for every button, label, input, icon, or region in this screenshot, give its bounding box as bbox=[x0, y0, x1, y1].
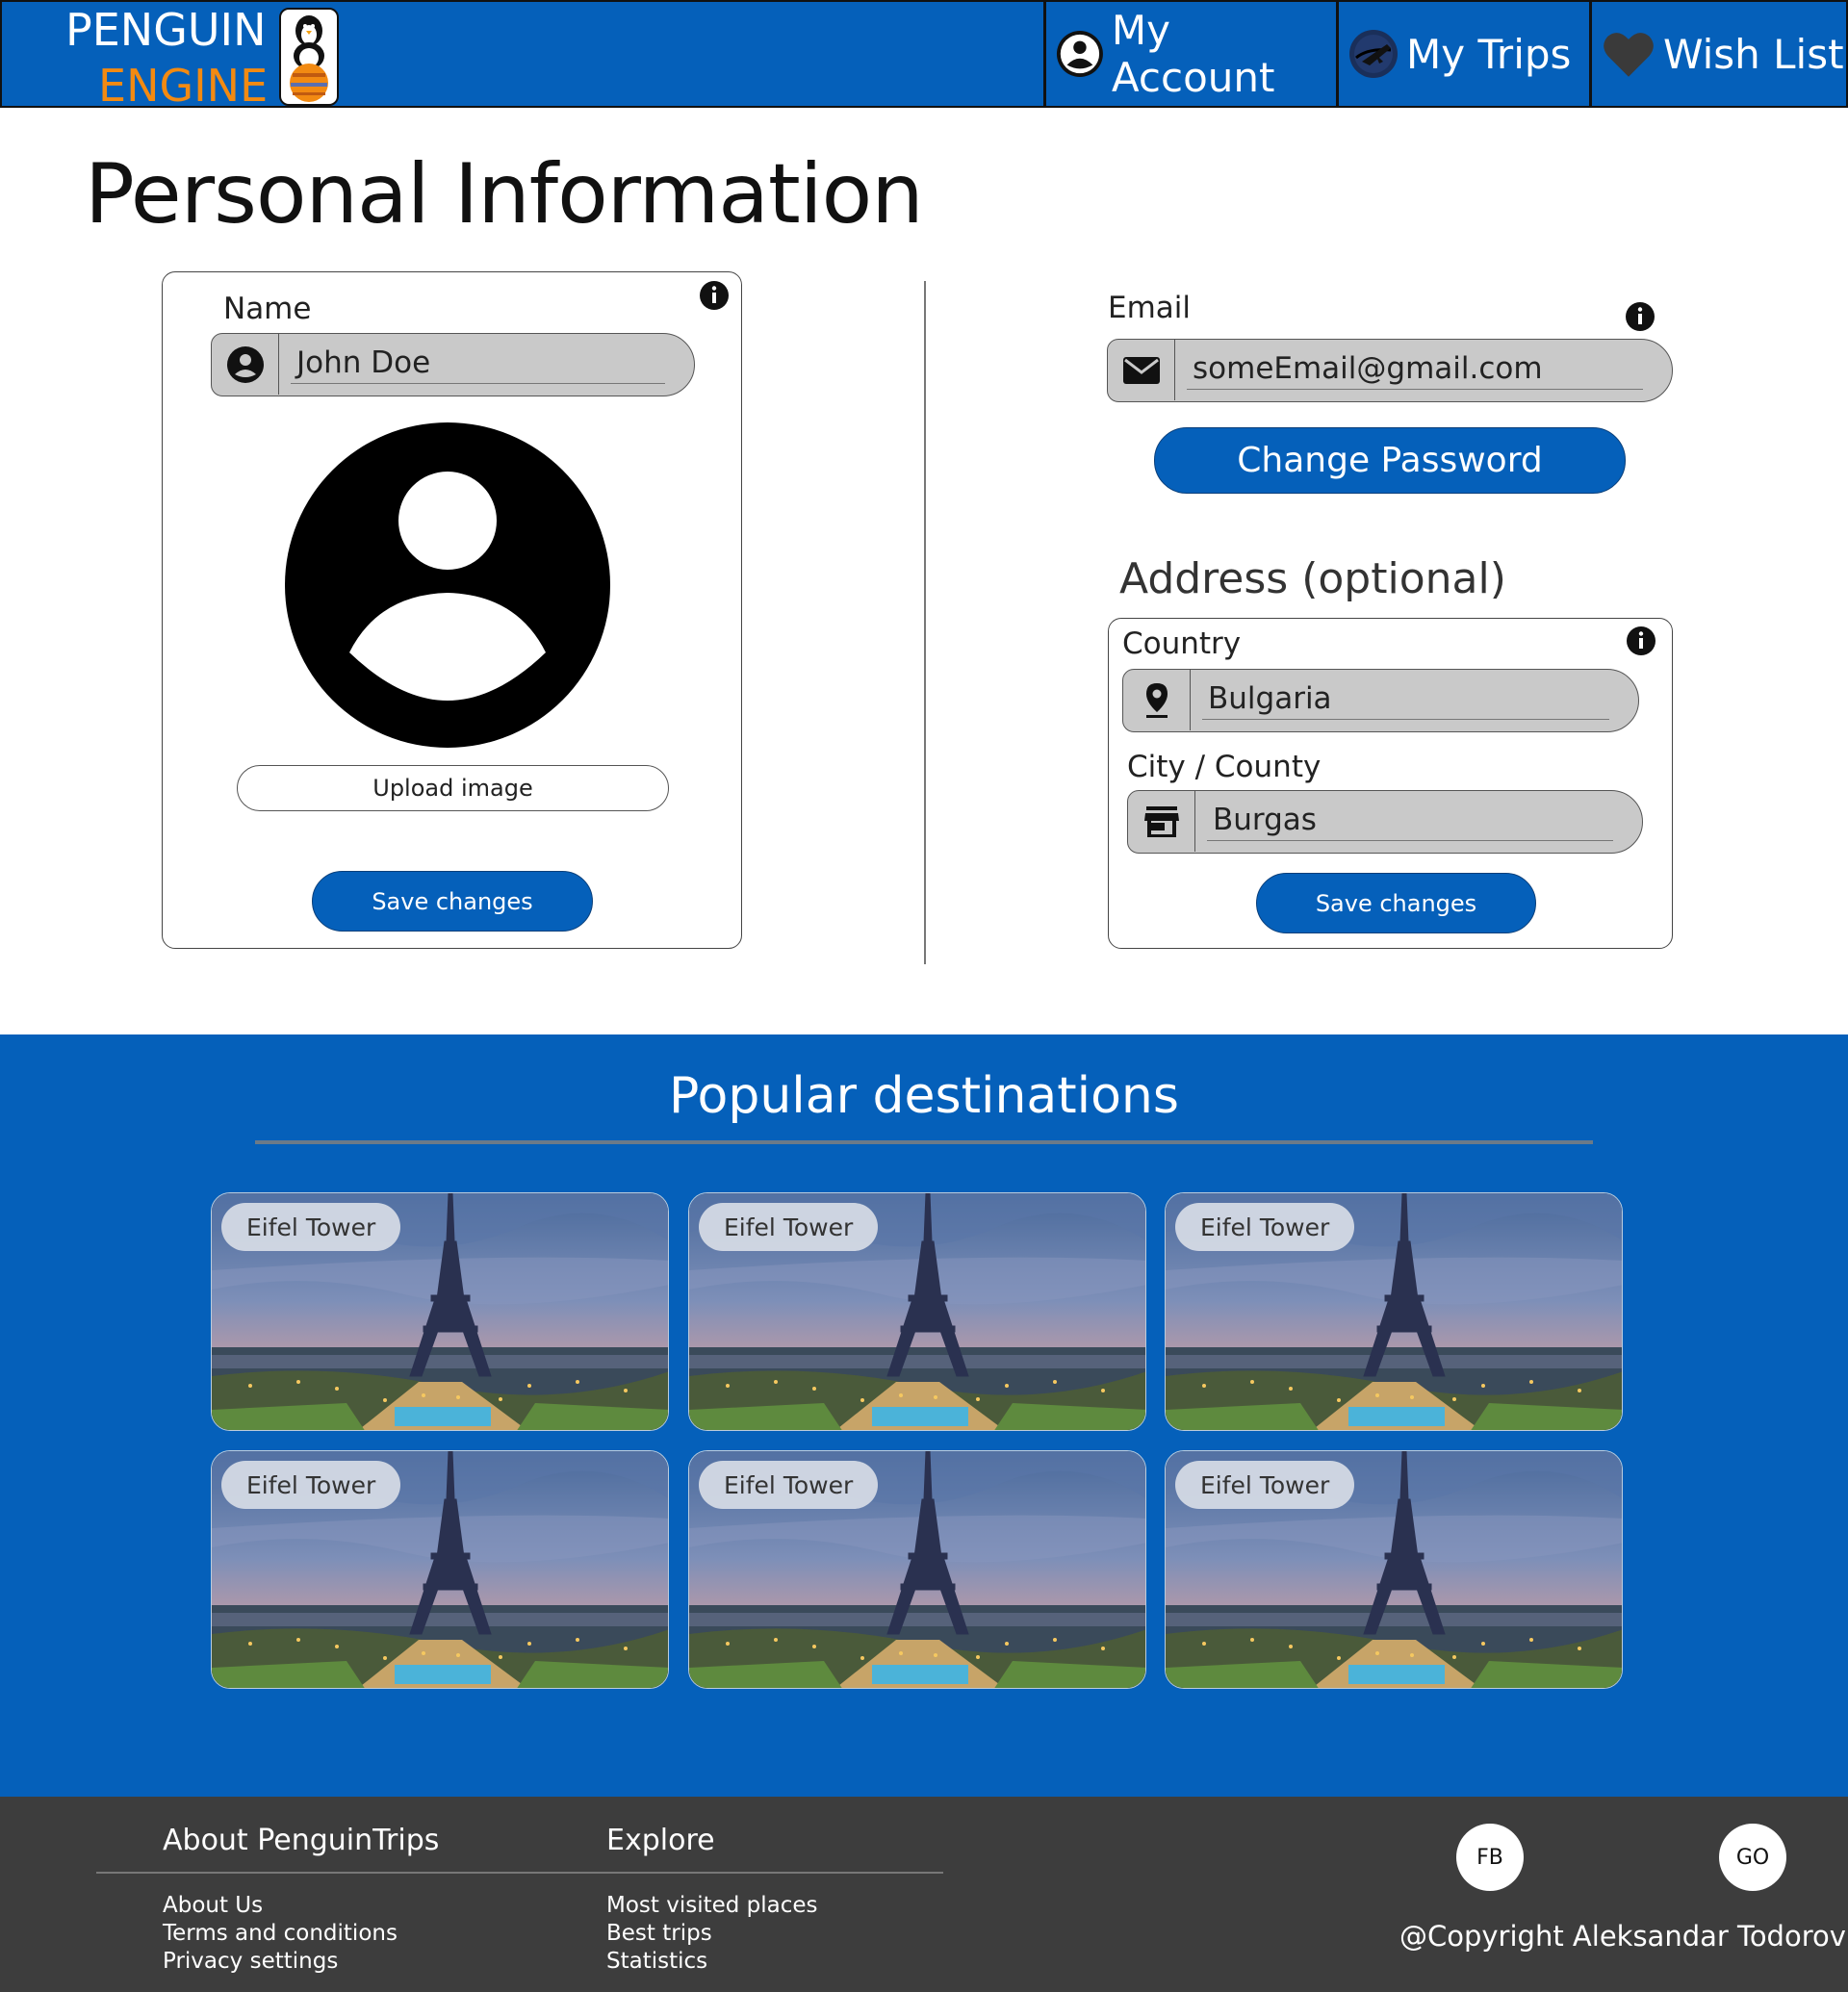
upload-image-button[interactable]: Upload image bbox=[237, 765, 669, 811]
address-card: Country Bulgaria City / County Burgas Sa… bbox=[1108, 618, 1673, 949]
footer-link-most-visited[interactable]: Most visited places bbox=[606, 1893, 818, 1918]
name-field[interactable]: John Doe bbox=[211, 333, 695, 396]
city-value: Burgas bbox=[1213, 803, 1317, 837]
mail-icon bbox=[1108, 340, 1175, 400]
footer-divider bbox=[96, 1872, 943, 1874]
save-profile-button[interactable]: Save changes bbox=[312, 871, 593, 932]
nav-label: Wish List bbox=[1663, 30, 1844, 78]
change-password-button[interactable]: Change Password bbox=[1154, 427, 1626, 494]
city-field[interactable]: Burgas bbox=[1127, 790, 1643, 854]
popular-title: Popular destinations bbox=[669, 1067, 1179, 1125]
nav-my-account[interactable]: My Account bbox=[1043, 2, 1337, 106]
destination-label: Eifel Tower bbox=[699, 1203, 879, 1251]
footer: About PenguinTrips Explore About Us Term… bbox=[0, 1797, 1848, 1992]
email-label: Email bbox=[1108, 291, 1192, 325]
destination-label: Eifel Tower bbox=[221, 1461, 401, 1509]
field-underline bbox=[1187, 388, 1643, 390]
info-icon[interactable] bbox=[1626, 626, 1656, 656]
destination-label: Eifel Tower bbox=[1175, 1203, 1355, 1251]
info-icon[interactable] bbox=[699, 280, 730, 311]
location-pin-icon bbox=[1123, 670, 1191, 730]
footer-link-terms[interactable]: Terms and conditions bbox=[163, 1921, 398, 1946]
footer-link-best-trips[interactable]: Best trips bbox=[606, 1921, 712, 1946]
store-icon bbox=[1128, 791, 1195, 852]
name-value: John Doe bbox=[296, 345, 431, 380]
address-heading: Address (optional) bbox=[1119, 554, 1506, 603]
brand-name-line1: PENGUIN bbox=[65, 4, 267, 56]
nav-my-trips[interactable]: My Trips bbox=[1336, 2, 1590, 106]
country-value: Bulgaria bbox=[1208, 681, 1332, 716]
google-button[interactable]: GO bbox=[1719, 1824, 1786, 1891]
page-title: Personal Information bbox=[85, 146, 924, 243]
person-icon bbox=[212, 334, 279, 395]
email-value: someEmail@gmail.com bbox=[1193, 351, 1543, 386]
city-label: City / County bbox=[1127, 750, 1322, 784]
destination-card[interactable]: Eifel Tower bbox=[688, 1192, 1146, 1431]
destination-label: Eifel Tower bbox=[221, 1203, 401, 1251]
trips-globe-icon bbox=[1349, 30, 1398, 78]
copyright-text: @Copyright Aleksandar Todorov bbox=[1399, 1920, 1846, 1953]
field-underline bbox=[1202, 718, 1609, 720]
brand-logo-link[interactable]: PENGUIN ENGINE bbox=[64, 4, 343, 112]
country-label: Country bbox=[1122, 626, 1242, 661]
destination-label: Eifel Tower bbox=[699, 1461, 879, 1509]
penguin-logo-icon bbox=[279, 8, 339, 106]
footer-explore-heading: Explore bbox=[606, 1824, 715, 1857]
footer-link-statistics[interactable]: Statistics bbox=[606, 1949, 707, 1974]
heart-icon bbox=[1604, 33, 1654, 77]
brand-name-line2: ENGINE bbox=[98, 60, 269, 112]
destination-card[interactable]: Eifel Tower bbox=[1165, 1450, 1623, 1689]
nav-wish-list[interactable]: Wish List bbox=[1589, 2, 1848, 106]
destination-card[interactable]: Eifel Tower bbox=[688, 1450, 1146, 1689]
nav-label: My Trips bbox=[1406, 30, 1572, 78]
field-underline bbox=[291, 382, 665, 384]
footer-about-heading: About PenguinTrips bbox=[163, 1824, 440, 1857]
account-circle-icon bbox=[1056, 31, 1103, 77]
facebook-button[interactable]: FB bbox=[1456, 1824, 1524, 1891]
destination-card[interactable]: Eifel Tower bbox=[1165, 1192, 1623, 1431]
destination-card[interactable]: Eifel Tower bbox=[211, 1450, 669, 1689]
avatar-placeholder-icon bbox=[285, 422, 610, 748]
column-divider bbox=[924, 281, 926, 964]
country-field[interactable]: Bulgaria bbox=[1122, 669, 1639, 732]
footer-link-privacy[interactable]: Privacy settings bbox=[163, 1949, 338, 1974]
nav-label: My Account bbox=[1111, 7, 1275, 101]
profile-card: Name John Doe Upload image Save changes bbox=[162, 271, 742, 949]
popular-divider bbox=[255, 1140, 1593, 1144]
email-field[interactable]: someEmail@gmail.com bbox=[1107, 339, 1673, 402]
popular-destinations-section: Popular destinations Eifel Tower Eifel T… bbox=[0, 1034, 1848, 1797]
destination-card[interactable]: Eifel Tower bbox=[211, 1192, 669, 1431]
info-icon[interactable] bbox=[1625, 301, 1656, 332]
destination-label: Eifel Tower bbox=[1175, 1461, 1355, 1509]
field-underline bbox=[1207, 839, 1613, 841]
name-label: Name bbox=[223, 292, 312, 326]
footer-link-about-us[interactable]: About Us bbox=[163, 1893, 263, 1918]
top-navbar: PENGUIN ENGINE My Account My Trips Wish … bbox=[0, 0, 1848, 112]
save-address-button[interactable]: Save changes bbox=[1256, 873, 1536, 933]
